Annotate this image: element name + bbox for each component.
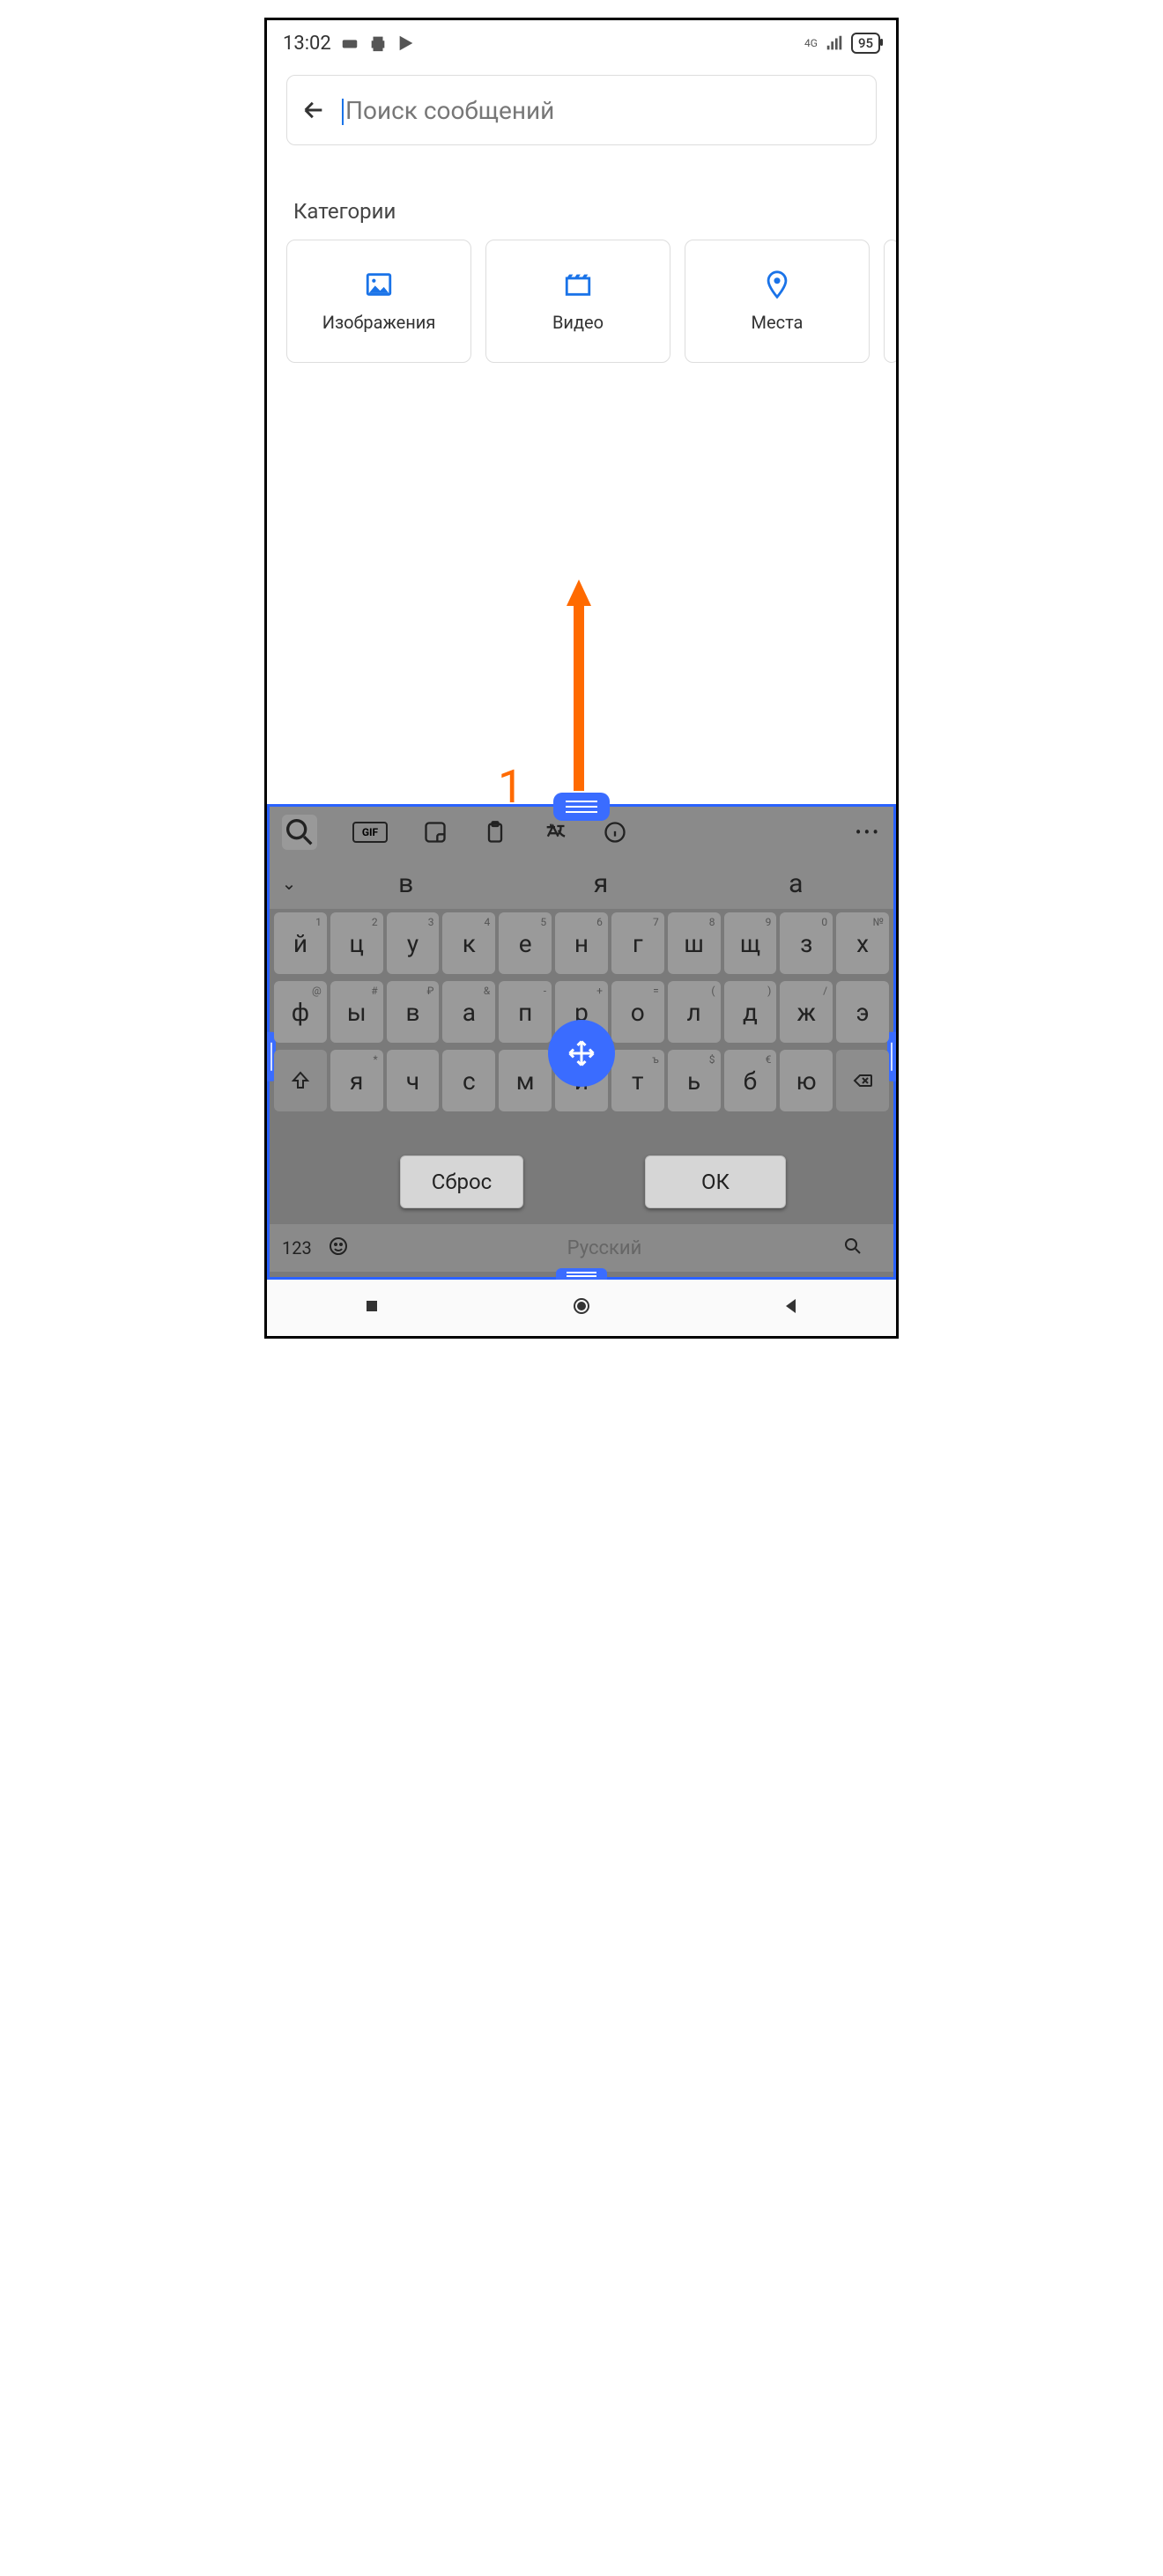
- back-button[interactable]: [781, 1295, 802, 1320]
- key-й[interactable]: й1: [274, 912, 327, 974]
- key-щ[interactable]: щ9: [724, 912, 777, 974]
- language-indicator[interactable]: Русский: [367, 1237, 842, 1259]
- status-bar: 13:02 4G 95: [267, 20, 896, 66]
- phone-frame: 13:02 4G 95 Поиск сообщений Категории Из…: [264, 18, 899, 1339]
- key-я[interactable]: я*: [330, 1050, 383, 1111]
- search-input[interactable]: Поиск сообщений: [342, 96, 554, 125]
- category-images[interactable]: Изображения: [286, 240, 471, 363]
- reset-button[interactable]: Сброс: [400, 1155, 523, 1208]
- network-indicator: 4G: [804, 39, 818, 48]
- annotation-arrow-1: [567, 579, 591, 791]
- category-video[interactable]: Видео: [485, 240, 670, 363]
- keyboard-indicator-icon: [340, 33, 359, 53]
- signal-icon: [825, 33, 844, 53]
- key-п[interactable]: п-: [499, 981, 552, 1043]
- suggestion[interactable]: в: [308, 868, 503, 899]
- key-ь[interactable]: ь$: [668, 1050, 721, 1111]
- categories-heading: Категории: [267, 151, 896, 240]
- key-ц[interactable]: ц2: [330, 912, 383, 974]
- resize-handle-top[interactable]: [553, 793, 610, 821]
- key-в[interactable]: в₽: [387, 981, 440, 1043]
- keyboard-resize-overlay[interactable]: GIF ••• ⌄ в я а й1ц2у3к4е5н6г7ш8щ9з0х№ ф…: [267, 804, 896, 1280]
- key-о[interactable]: о=: [611, 981, 664, 1043]
- recent-apps-button[interactable]: [361, 1295, 382, 1320]
- home-button[interactable]: [571, 1295, 592, 1320]
- key-х[interactable]: х№: [836, 912, 889, 974]
- suggestions-bar: ⌄ в я а: [270, 858, 893, 909]
- key-н[interactable]: н6: [555, 912, 608, 974]
- category-label: Изображения: [322, 312, 436, 333]
- battery-indicator: 95: [851, 33, 880, 54]
- print-icon: [368, 33, 388, 53]
- key-е[interactable]: е5: [499, 912, 552, 974]
- suggestion[interactable]: я: [503, 868, 698, 899]
- clock: 13:02: [283, 33, 331, 55]
- kb-search-icon[interactable]: [282, 815, 317, 850]
- numeric-key[interactable]: 123: [282, 1237, 328, 1258]
- key-м[interactable]: м: [499, 1050, 552, 1111]
- keyboard-bottom-row: 123 Русский: [270, 1224, 893, 1272]
- category-label: Места: [752, 312, 804, 333]
- category-next-peek[interactable]: [884, 240, 899, 363]
- move-handle-icon[interactable]: [548, 1020, 615, 1087]
- key-у[interactable]: у3: [387, 912, 440, 974]
- android-navbar: [267, 1280, 896, 1336]
- clipboard-icon[interactable]: [483, 820, 507, 845]
- resize-handle-bottom[interactable]: [556, 1268, 607, 1281]
- key-ч[interactable]: ч: [387, 1050, 440, 1111]
- sticker-icon[interactable]: [423, 820, 448, 845]
- more-icon[interactable]: •••: [856, 822, 881, 843]
- translate-icon[interactable]: [543, 820, 567, 845]
- key-к[interactable]: к4: [442, 912, 495, 974]
- key-э[interactable]: э: [836, 981, 889, 1043]
- video-icon: [563, 269, 593, 299]
- suggestion[interactable]: а: [699, 868, 893, 899]
- categories-row: Изображения Видео Места: [267, 240, 896, 363]
- info-icon[interactable]: [603, 820, 627, 845]
- key-row-1: й1ц2у3к4е5н6г7ш8щ9з0х№: [270, 909, 893, 978]
- location-pin-icon: [762, 269, 792, 299]
- key-а[interactable]: а&: [442, 981, 495, 1043]
- key-ш[interactable]: ш8: [668, 912, 721, 974]
- ok-button[interactable]: ОК: [645, 1155, 786, 1208]
- key-ю[interactable]: ю: [780, 1050, 833, 1111]
- key-з[interactable]: з0: [780, 912, 833, 974]
- key-г[interactable]: г7: [611, 912, 664, 974]
- key-б[interactable]: б€: [724, 1050, 777, 1111]
- key-ы[interactable]: ы#: [330, 981, 383, 1043]
- key-д[interactable]: д): [724, 981, 777, 1043]
- key-л[interactable]: л(: [668, 981, 721, 1043]
- key-т[interactable]: тъ: [611, 1050, 664, 1111]
- search-bar[interactable]: Поиск сообщений: [286, 75, 877, 145]
- shift-key[interactable]: [274, 1050, 327, 1111]
- key-с[interactable]: с: [442, 1050, 495, 1111]
- key-ж[interactable]: ж/: [780, 981, 833, 1043]
- key-ф[interactable]: ф@: [274, 981, 327, 1043]
- back-arrow-icon[interactable]: [301, 98, 326, 122]
- kb-search-key[interactable]: [842, 1236, 881, 1260]
- category-label: Видео: [552, 312, 604, 333]
- image-icon: [364, 269, 394, 299]
- play-store-icon: [396, 33, 416, 53]
- emoji-key[interactable]: [328, 1236, 367, 1260]
- gif-icon[interactable]: GIF: [352, 822, 388, 843]
- close-suggestions-icon[interactable]: ⌄: [270, 873, 308, 894]
- backspace-key[interactable]: [836, 1050, 889, 1111]
- category-places[interactable]: Места: [685, 240, 870, 363]
- text-cursor: [342, 99, 344, 125]
